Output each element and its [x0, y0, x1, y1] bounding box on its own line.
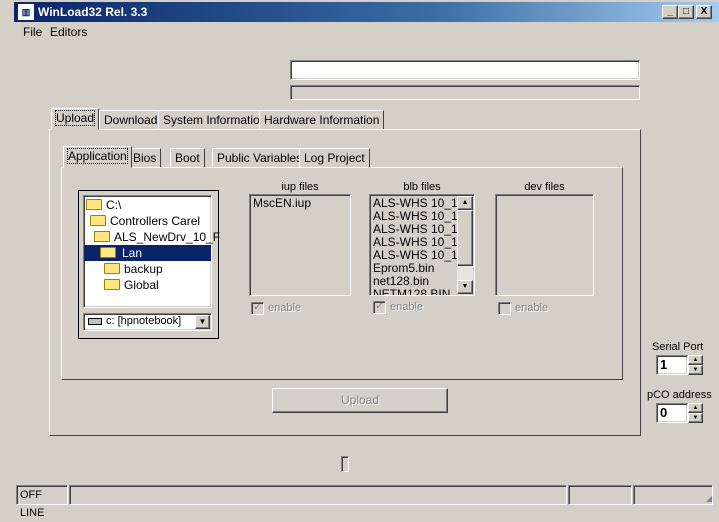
open-folder-icon: [90, 215, 106, 227]
app-icon: ▥: [18, 4, 34, 20]
spin-up-icon[interactable]: ▲: [688, 355, 703, 365]
tree-item[interactable]: backup: [84, 261, 211, 277]
file-path-field[interactable]: [290, 60, 640, 80]
tab-bios[interactable]: Bios: [128, 148, 162, 168]
menu-bar: File Editors: [14, 22, 719, 42]
menu-file[interactable]: File: [23, 25, 42, 39]
title-bar[interactable]: ▥ WinLoad32 Rel. 3.3 _ □ X: [14, 2, 719, 22]
drive-select[interactable]: c: [hpnotebook] ▼: [83, 313, 212, 331]
blb-enable-checkbox[interactable]: ✓: [373, 301, 386, 314]
pco-address-input[interactable]: 0: [656, 403, 688, 423]
dev-enable-label: enable: [515, 302, 549, 314]
progress-bar: [290, 85, 640, 100]
tree-item-selected[interactable]: Lan: [84, 245, 211, 261]
pco-address-label: pCO address: [647, 389, 712, 401]
activity-indicator: [341, 456, 349, 472]
list-item[interactable]: ALS-WHS 10_101: [370, 210, 458, 223]
spin-down-icon[interactable]: ▼: [688, 413, 703, 423]
tab-upload[interactable]: Upload: [51, 108, 100, 130]
iup-files-list[interactable]: MscEN.iup: [249, 194, 351, 296]
iup-enable-label: enable: [268, 302, 302, 314]
tree-item[interactable]: ALS_NewDrv_10_F: [84, 229, 220, 245]
tree-item[interactable]: Controllers Carel: [84, 213, 211, 229]
spin-down-icon[interactable]: ▼: [688, 365, 703, 375]
upload-button[interactable]: Upload: [272, 388, 448, 413]
list-item[interactable]: NETM128.BIN: [370, 288, 458, 295]
tab-public-variables[interactable]: Public Variables: [212, 148, 308, 168]
minimize-button[interactable]: _: [662, 5, 678, 19]
status-panel-2: [568, 485, 632, 505]
open-folder-icon: [94, 231, 110, 243]
folder-tree[interactable]: C:\ Controllers Carel ALS_NewDrv_10_F La…: [83, 195, 220, 308]
drive-icon: [88, 317, 102, 325]
serial-port-label: Serial Port: [652, 341, 704, 353]
scroll-down-icon[interactable]: ▼: [457, 280, 473, 294]
open-folder-icon: [86, 199, 102, 211]
list-item[interactable]: net128.bin: [370, 275, 458, 288]
dev-files-label: dev files: [524, 181, 565, 193]
list-item[interactable]: ALS-WHS 10_103: [370, 236, 458, 249]
tab-application[interactable]: Application: [63, 146, 132, 168]
tab-log-project[interactable]: Log Project: [299, 148, 370, 168]
close-button[interactable]: X: [696, 5, 712, 19]
blb-files-label: blb files: [403, 181, 441, 193]
list-item[interactable]: ALS-WHS 10_102: [370, 223, 458, 236]
list-item[interactable]: ALS-WHS 10_100: [370, 197, 458, 210]
chevron-down-icon[interactable]: ▼: [195, 315, 210, 329]
tab-download[interactable]: Download: [99, 110, 163, 130]
tree-item[interactable]: C:\: [84, 197, 211, 213]
serial-port-input[interactable]: 1: [656, 355, 688, 375]
dev-enable-checkbox[interactable]: [498, 302, 511, 315]
iup-files-label: iup files: [281, 181, 319, 193]
desktop-strip: [0, 0, 14, 509]
tab-hardware-information[interactable]: Hardware Information: [259, 110, 385, 130]
blb-files-list[interactable]: ALS-WHS 10_100 ALS-WHS 10_101 ALS-WHS 10…: [369, 194, 475, 296]
status-connection: OFF LINE: [16, 485, 68, 519]
folder-icon: [104, 263, 120, 275]
dev-files-list[interactable]: [495, 194, 594, 296]
resize-grip-icon[interactable]: ◢: [706, 495, 716, 505]
open-folder-icon: [100, 247, 116, 259]
scroll-thumb[interactable]: [457, 210, 473, 266]
scrollbar[interactable]: ▲ ▼: [457, 196, 473, 294]
menu-editors[interactable]: Editors: [50, 25, 87, 39]
tree-item[interactable]: Global: [84, 277, 211, 293]
tab-system-information[interactable]: System Information: [158, 110, 272, 130]
maximize-button[interactable]: □: [678, 5, 694, 19]
spin-up-icon[interactable]: ▲: [688, 403, 703, 413]
tab-boot[interactable]: Boot: [170, 148, 205, 168]
window-title: WinLoad32 Rel. 3.3: [38, 5, 148, 19]
scroll-up-icon[interactable]: ▲: [457, 196, 473, 210]
list-item[interactable]: Eprom5.bin: [370, 262, 458, 275]
folder-icon: [104, 279, 120, 291]
status-message: [69, 485, 567, 505]
blb-enable-label: enable: [390, 301, 424, 313]
status-panel-3: [633, 485, 713, 505]
list-item[interactable]: ALS-WHS 10_104: [370, 249, 458, 262]
list-item[interactable]: MscEN.iup: [250, 197, 350, 210]
iup-enable-checkbox[interactable]: ✓: [251, 302, 264, 315]
